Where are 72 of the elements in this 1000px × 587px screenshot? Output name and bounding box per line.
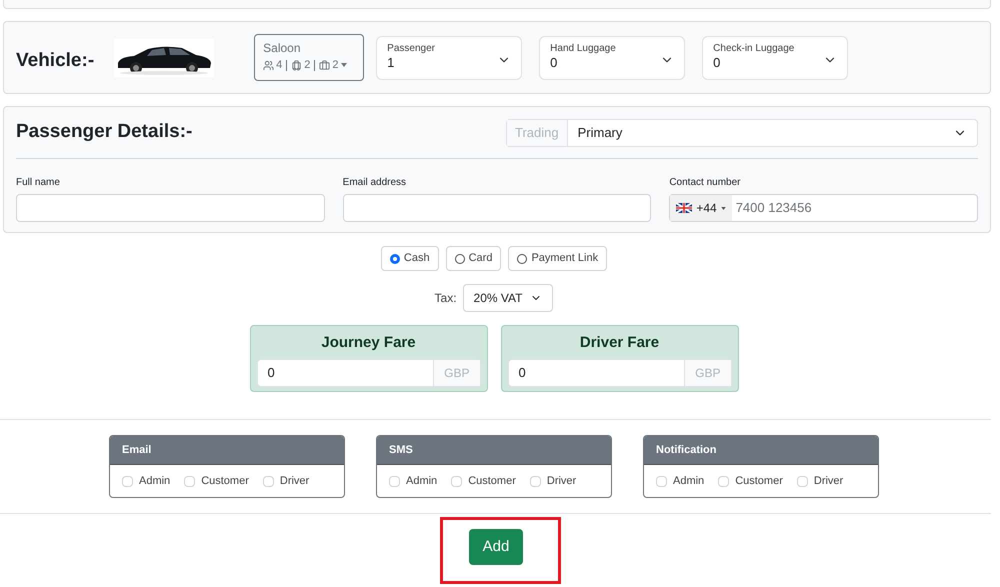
payment-option[interactable]: Card [446, 246, 502, 271]
radio-icon[interactable] [517, 254, 528, 264]
field-label: Contact number [669, 176, 742, 190]
panel-title: SMS [389, 442, 413, 458]
bag-count: 2 [332, 58, 339, 73]
checkbox[interactable] [530, 476, 541, 486]
checkbox-option[interactable]: Customer [184, 472, 249, 490]
checkbox[interactable] [262, 476, 274, 486]
checkbox-option[interactable]: Driver [530, 472, 576, 490]
checkbox-option[interactable]: Admin [122, 472, 170, 490]
caret-icon [340, 63, 347, 68]
tax-label: Tax: [434, 290, 457, 307]
add-button[interactable]: Add [468, 529, 524, 565]
briefcase-icon [319, 60, 330, 71]
phone-input[interactable]: 7400 123456 [732, 195, 977, 221]
checkbox-option[interactable]: Admin [656, 472, 704, 490]
radio-icon[interactable] [454, 254, 465, 264]
users-icon [263, 60, 274, 71]
field-value: 0 [550, 55, 558, 72]
select-value: Primary [576, 124, 624, 142]
passenger-count: 4 [276, 58, 282, 73]
field-label: Check-in Luggage [713, 42, 794, 55]
checkbox[interactable] [389, 476, 400, 486]
fare-value: 0 [266, 364, 276, 382]
section-title: Passenger Details:- [16, 120, 192, 144]
checkbox[interactable] [656, 476, 667, 486]
vehicle-type-name: Saloon [263, 40, 302, 57]
country-code-select[interactable]: +44 [670, 195, 732, 221]
field-label: Hand Luggage [550, 42, 616, 55]
input-prefix: Trading [507, 120, 568, 146]
checkbox-option[interactable]: Customer [451, 472, 516, 490]
field-label: Full name [16, 176, 61, 190]
fare-input[interactable]: 0 GBP [508, 358, 732, 386]
section-title: Vehicle:- [16, 49, 94, 74]
field-label: Email address [342, 176, 408, 190]
suitcase-count: 2 [304, 58, 310, 73]
fare-value: 0 [518, 364, 527, 382]
select-field[interactable]: Hand Luggage 0 [539, 36, 686, 80]
luggage-icon [291, 60, 302, 71]
field-label: Passenger [387, 42, 435, 55]
fare-input[interactable]: 0 GBP [256, 358, 480, 386]
text-field[interactable] [342, 194, 652, 222]
payment-option[interactable]: Cash [380, 246, 439, 271]
currency-suffix: GBP [433, 360, 480, 386]
select-field[interactable]: Check-in Luggage 0 [702, 36, 848, 80]
fare-title: Journey Fare [321, 333, 416, 353]
checkbox-option[interactable]: Customer [718, 472, 783, 490]
account-select[interactable]: Trading Primary [506, 118, 978, 146]
panel-title: Notification [656, 442, 716, 458]
caret-icon [720, 206, 726, 210]
checkbox[interactable] [718, 476, 730, 486]
checkbox[interactable] [451, 476, 462, 486]
checkbox[interactable] [184, 476, 196, 486]
checkbox-option[interactable]: Admin [389, 472, 438, 490]
select-field[interactable]: Passenger 1 [376, 36, 522, 80]
tax-select[interactable]: 20% VAT [462, 284, 554, 312]
vehicle-type-dropdown[interactable]: Saloon 4 2 2 [254, 34, 364, 81]
checkbox-option[interactable]: Driver [796, 472, 844, 490]
country-code: +44 [696, 200, 717, 217]
checkbox[interactable] [796, 476, 808, 486]
flag-icon [676, 203, 692, 213]
fare-title: Driver Fare [580, 333, 660, 353]
field-value: 0 [713, 55, 722, 72]
radio-icon[interactable] [390, 254, 400, 264]
panel-title: Email [122, 442, 152, 458]
checkbox-option[interactable]: Driver [262, 472, 310, 490]
currency-suffix: GBP [684, 360, 730, 386]
payment-option[interactable]: Payment Link [508, 246, 608, 271]
phone-field[interactable]: +44 7400 123456 [669, 194, 978, 222]
text-field[interactable] [16, 194, 325, 222]
checkbox[interactable] [122, 476, 133, 486]
field-value: 1 [387, 55, 396, 72]
